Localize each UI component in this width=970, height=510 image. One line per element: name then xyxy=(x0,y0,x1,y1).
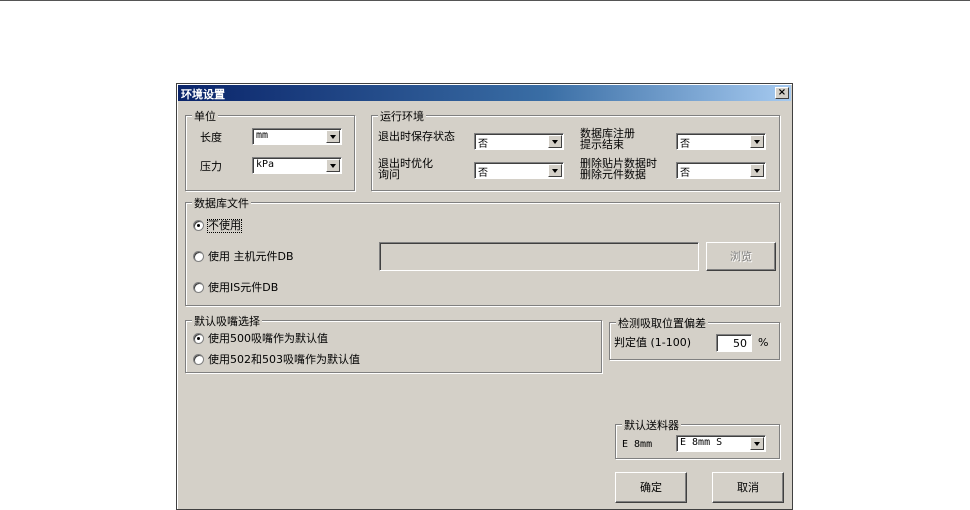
feeder-select[interactable]: E 8mm S xyxy=(676,435,766,452)
nozzle-500-label[interactable]: 使用500吸嘴作为默认值 xyxy=(208,333,328,345)
length-label: 长度 xyxy=(200,131,222,144)
feeder-group-label: 默认送料器 xyxy=(622,417,681,433)
threshold-value: 50 xyxy=(733,337,747,350)
threshold-unit: % xyxy=(758,336,769,349)
nozzle-502-radio[interactable] xyxy=(193,354,204,365)
save-state-value: 否 xyxy=(478,139,488,150)
optimize-label-line2: 询问 xyxy=(378,168,400,181)
close-icon: × xyxy=(777,87,787,98)
cancel-label: 取消 xyxy=(737,481,759,494)
chevron-down-icon[interactable] xyxy=(750,164,764,177)
browse-button[interactable]: 浏览 xyxy=(706,242,776,271)
length-select[interactable]: mm xyxy=(252,128,342,145)
chevron-down-icon[interactable] xyxy=(750,135,764,148)
browse-label: 浏览 xyxy=(730,250,752,263)
units-group-label: 单位 xyxy=(192,108,218,124)
top-rule xyxy=(0,0,970,1)
save-state-label: 退出时保存状态 xyxy=(378,130,455,143)
threshold-label: 判定值 (1-100) xyxy=(614,336,692,349)
optimize-value: 否 xyxy=(478,168,488,179)
title-bar: 环境设置 × xyxy=(178,85,791,101)
pickup-group: 检测吸取位置偏差 判定值 (1-100) 50 % xyxy=(609,315,780,360)
pressure-select[interactable]: kPa xyxy=(252,157,342,174)
pickup-group-label: 检测吸取位置偏差 xyxy=(616,315,708,331)
runtime-group: 运行环境 退出时保存状态 否 退出时优化 询问 否 数据库注册 提示结束 否 删… xyxy=(371,108,780,191)
db-register-label-line2: 提示结束 xyxy=(580,138,624,151)
delete-value: 否 xyxy=(680,168,690,179)
ok-button[interactable]: 确定 xyxy=(615,472,687,503)
feeder-value: E 8mm S xyxy=(680,437,723,448)
chevron-down-icon[interactable] xyxy=(548,135,562,148)
nozzle-group-label: 默认吸嘴选择 xyxy=(192,313,262,329)
save-state-select[interactable]: 否 xyxy=(474,133,564,150)
length-value: mm xyxy=(256,130,269,141)
delete-select[interactable]: 否 xyxy=(676,162,766,179)
nozzle-502-label[interactable]: 使用502和503吸嘴作为默认值 xyxy=(208,354,360,366)
db-is-radio[interactable] xyxy=(193,282,204,293)
feeder-field-label: E 8mm xyxy=(622,439,653,450)
db-none-radio[interactable] xyxy=(193,220,204,231)
runtime-group-label: 运行环境 xyxy=(378,108,426,124)
pressure-value: kPa xyxy=(256,159,275,170)
chevron-down-icon[interactable] xyxy=(750,437,764,450)
db-register-value: 否 xyxy=(680,139,690,150)
chevron-down-icon[interactable] xyxy=(548,164,562,177)
db-none-label[interactable]: 不使用 xyxy=(207,219,242,233)
nozzle-500-radio[interactable] xyxy=(193,333,204,344)
dialog-title: 环境设置 xyxy=(181,88,225,101)
cancel-button[interactable]: 取消 xyxy=(712,472,784,503)
nozzle-group: 默认吸嘴选择 使用500吸嘴作为默认值 使用502和503吸嘴作为默认值 xyxy=(185,313,602,373)
db-host-label[interactable]: 使用 主机元件DB xyxy=(208,251,294,263)
threshold-input[interactable]: 50 xyxy=(716,334,752,352)
optimize-select[interactable]: 否 xyxy=(474,162,564,179)
database-group-label: 数据库文件 xyxy=(192,195,251,211)
close-button[interactable]: × xyxy=(775,87,789,99)
chevron-down-icon[interactable] xyxy=(326,130,340,143)
db-is-label[interactable]: 使用IS元件DB xyxy=(208,282,278,294)
database-group: 数据库文件 不使用 使用 主机元件DB 使用IS元件DB 浏览 xyxy=(185,195,780,306)
chevron-down-icon[interactable] xyxy=(326,159,340,172)
db-host-radio[interactable] xyxy=(193,251,204,262)
feeder-group: 默认送料器 E 8mm E 8mm S xyxy=(615,417,780,459)
units-group: 单位 长度 mm 压力 kPa xyxy=(185,108,355,191)
db-register-select[interactable]: 否 xyxy=(676,133,766,150)
db-path-input[interactable] xyxy=(379,242,699,271)
delete-label-line2: 删除元件数据 xyxy=(580,168,646,181)
settings-dialog: 环境设置 × 单位 长度 mm 压力 kPa 运行环境 退出时保存状态 否 退出… xyxy=(176,83,793,510)
ok-label: 确定 xyxy=(640,481,662,494)
pressure-label: 压力 xyxy=(200,160,222,173)
